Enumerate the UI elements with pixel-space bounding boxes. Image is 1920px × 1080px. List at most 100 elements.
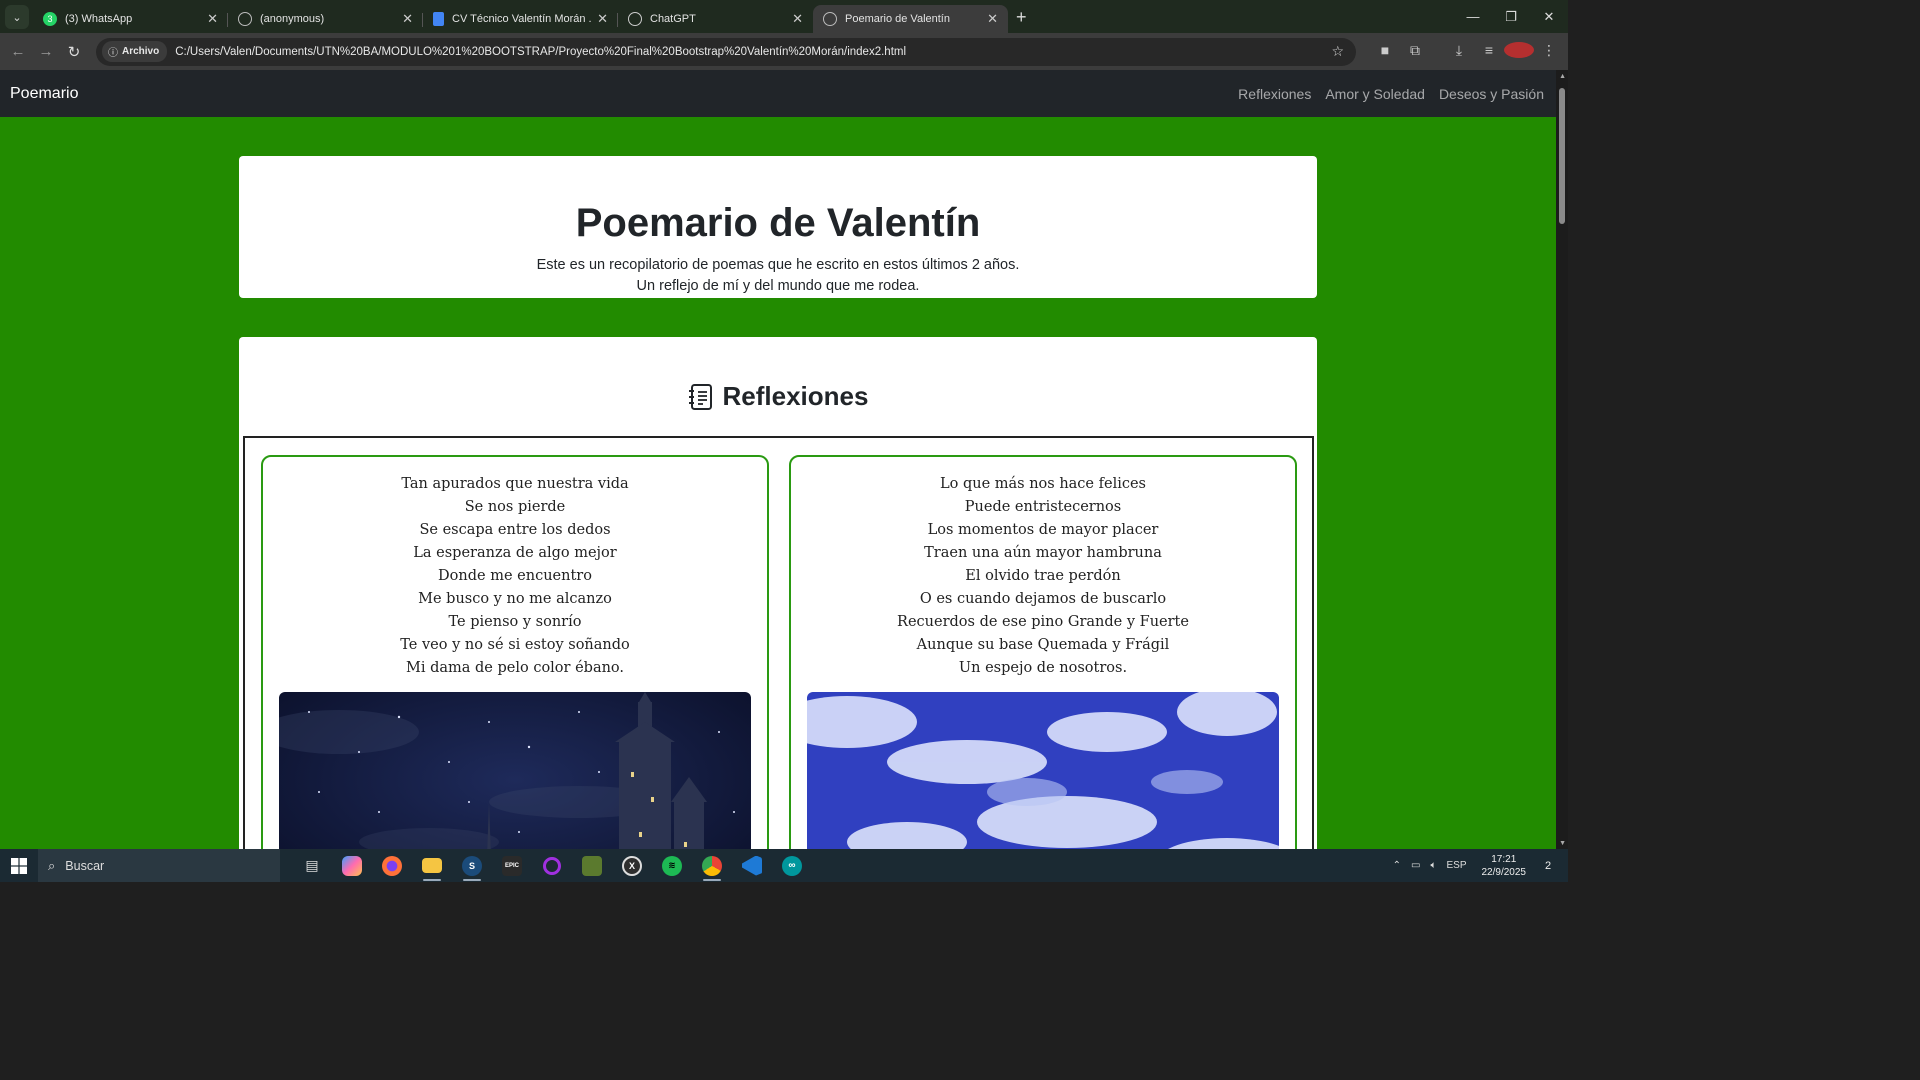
minimize-icon[interactable]: — [1454, 0, 1492, 33]
media-queue-icon[interactable]: ≡ [1474, 42, 1504, 61]
clock-time: 17:21 [1491, 853, 1517, 865]
nav-link-deseos-y-pasion[interactable]: Deseos y Pasión [1439, 86, 1544, 102]
scroll-down-icon[interactable]: ▼ [1559, 840, 1566, 847]
poem-card: Tan apurados que nuestra vida Se nos pie… [261, 455, 769, 849]
docs-icon [433, 12, 444, 26]
minecraft-icon[interactable] [572, 849, 612, 882]
bookmark-star-icon[interactable]: ☆ [1331, 43, 1344, 60]
tab-cv-doc[interactable]: CV Técnico Valentín Morán .doc ✕ [423, 5, 618, 33]
task-view-icon[interactable]: ▤ [292, 849, 332, 882]
close-icon[interactable]: ✕ [987, 11, 998, 27]
close-icon[interactable]: ✕ [597, 11, 608, 27]
clock-date: 22/9/2025 [1481, 866, 1527, 878]
notification-count: 2 [1544, 859, 1552, 872]
extension-square-icon[interactable]: ■ [1370, 42, 1400, 61]
poem-line: Te pienso y sonrío [448, 614, 582, 630]
taskbar-clock[interactable]: 17:21 22/9/2025 [1482, 853, 1527, 879]
tab-whatsapp[interactable]: 3 (3) WhatsApp ✕ [33, 5, 228, 33]
globe-icon [823, 12, 837, 26]
tab-anonymous[interactable]: (anonymous) ✕ [228, 5, 423, 33]
new-tab-button[interactable]: + [1016, 7, 1027, 28]
extensions-puzzle-icon[interactable]: ⧉ [1400, 42, 1430, 61]
forward-icon[interactable]: → [32, 43, 60, 60]
back-icon[interactable]: ← [4, 43, 32, 60]
address-bar[interactable]: ⓘ Archivo C:/Users/Valen/Documents/UTN%20… [96, 37, 1356, 66]
poem-line: Me busco y no me alcanzo [418, 591, 612, 607]
poem-line: Tan apurados que nuestra vida [401, 476, 629, 492]
menu-kebab-icon[interactable]: ⋮ [1534, 42, 1564, 61]
navbar-brand[interactable]: Poemario [10, 85, 78, 103]
page-title: Poemario de Valentín [575, 201, 981, 245]
search-icon: ⌕ [48, 857, 56, 873]
nav-link-amor-y-soledad[interactable]: Amor y Soledad [1325, 86, 1425, 102]
close-icon[interactable]: ✕ [207, 11, 218, 27]
poem-line: Te veo y no sé si estoy soñando [400, 637, 630, 653]
chrome-icon[interactable] [692, 849, 732, 882]
network-icon[interactable]: ▭ [1411, 860, 1420, 871]
taskbar-search[interactable]: ⌕ Buscar [38, 849, 280, 882]
taskbar-apps: ▤ S EPIC X ≋ ∞ [292, 849, 812, 882]
input-language[interactable]: ESP [1446, 860, 1466, 871]
hero-description: Este es un recopilatorio de poemas que h… [239, 255, 1317, 297]
poem-line: Puede entristecernos [964, 499, 1122, 515]
hero-header: Poemario de Valentín Este es un recopila… [239, 156, 1317, 298]
windows-start-icon[interactable] [0, 849, 38, 882]
poem-line: Mi dama de pelo color ébano. [405, 660, 625, 676]
tab-title: CV Técnico Valentín Morán .doc [452, 13, 591, 25]
site-info-chip[interactable]: ⓘ Archivo [102, 41, 168, 62]
page-viewport: Poemario Reflexiones Amor y Soledad Dese… [0, 70, 1568, 849]
tab-title: (3) WhatsApp [65, 13, 133, 25]
file-explorer-icon[interactable] [412, 849, 452, 882]
poem-text: Lo que más nos hace felices Puede entris… [791, 473, 1295, 680]
tab-title: ChatGPT [650, 13, 696, 25]
xbox-icon[interactable]: X [612, 849, 652, 882]
globe-icon [238, 12, 252, 26]
firefox-icon[interactable] [372, 849, 412, 882]
poem-line: Traen una aún mayor hambruna [924, 545, 1162, 561]
poem-line: Lo que más nos hace felices [939, 476, 1146, 492]
download-icon[interactable]: ⤓ [1444, 42, 1474, 61]
chevron-up-icon[interactable]: ⌃ [1393, 860, 1401, 871]
navbar-links: Reflexiones Amor y Soledad Deseos y Pasi… [1224, 86, 1544, 102]
page-scrollbar[interactable]: ▲ ▼ [1556, 70, 1568, 849]
reload-icon[interactable]: ↻ [60, 43, 88, 61]
volume-icon[interactable]: 🔈︎ [1430, 860, 1436, 871]
poem-card: Lo que más nos hace felices Puede entris… [789, 455, 1297, 849]
poem-line: Se escapa entre los dedos [419, 522, 611, 538]
tab-search-dropdown-icon[interactable]: ⌄ [5, 5, 29, 29]
info-icon: ⓘ [108, 48, 118, 59]
nav-link-reflexiones[interactable]: Reflexiones [1238, 86, 1311, 102]
scrollbar-thumb[interactable] [1559, 88, 1565, 224]
restore-icon[interactable]: ❐ [1492, 0, 1530, 33]
section-reflexiones: Reflexiones Tan apurados que nuestra vid… [239, 337, 1317, 849]
circle-app-icon[interactable] [532, 849, 572, 882]
night-castle-image [279, 692, 751, 849]
close-icon[interactable]: ✕ [402, 11, 413, 27]
system-tray: ⌃ ▭ 🔈︎ ESP 17:21 22/9/2025 2 [1388, 853, 1568, 879]
poem-line: O es cuando dejamos de buscarlo [919, 591, 1167, 607]
copilot-icon[interactable] [332, 849, 372, 882]
hero-line-1: Este es un recopilatorio de poemas que h… [536, 257, 1020, 273]
scroll-up-icon[interactable]: ▲ [1559, 73, 1566, 80]
browser-tab-bar: ⌄ 3 (3) WhatsApp ✕ (anonymous) ✕ CV Técn… [0, 0, 1568, 33]
tab-poemario[interactable]: Poemario de Valentín ✕ [813, 5, 1008, 33]
tab-chatgpt[interactable]: ChatGPT ✕ [618, 5, 813, 33]
arduino-icon[interactable]: ∞ [772, 849, 812, 882]
epic-games-icon[interactable]: EPIC [492, 849, 532, 882]
profile-avatar[interactable] [1504, 42, 1534, 61]
cloudy-sky-image [807, 692, 1279, 849]
spotify-icon[interactable]: ≋ [652, 849, 692, 882]
steam-icon[interactable]: S [452, 849, 492, 882]
poem-text: Tan apurados que nuestra vida Se nos pie… [263, 473, 767, 680]
poem-line: Donde me encuentro [438, 568, 592, 584]
url-text[interactable]: C:/Users/Valen/Documents/UTN%20BA/MODULO… [175, 46, 1331, 58]
poem-line: El olvido trae perdón [965, 568, 1121, 584]
vscode-icon[interactable] [732, 849, 772, 882]
section-title-text: Reflexiones [722, 381, 869, 411]
chatgpt-icon [628, 12, 642, 26]
window-controls: — ❐ ✕ [1454, 0, 1568, 33]
window-close-icon[interactable]: ✕ [1530, 0, 1568, 33]
poem-line: Recuerdos de ese pino Grande y Fuerte [897, 614, 1189, 630]
notification-center-icon[interactable]: 2 [1536, 856, 1560, 876]
close-icon[interactable]: ✕ [792, 11, 803, 27]
